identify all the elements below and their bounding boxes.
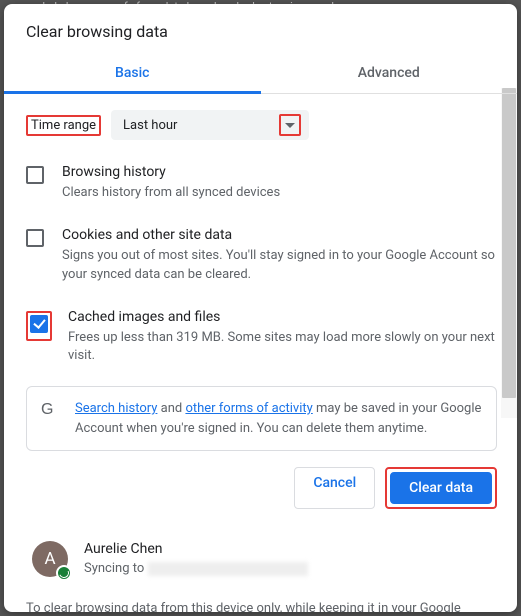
- activity-info-box: G Search history and other forms of acti…: [26, 386, 497, 451]
- checkbox-browsing-history[interactable]: [26, 166, 44, 184]
- sign-out-note: To clear browsing data from this device …: [4, 595, 517, 612]
- time-range-select[interactable]: Last hour: [111, 110, 309, 140]
- account-row: A Aurelie Chen Syncing to: [4, 527, 517, 595]
- cancel-button[interactable]: Cancel: [294, 467, 375, 509]
- option-title: Cookies and other site data: [62, 227, 497, 243]
- active-tab-indicator: [4, 91, 261, 94]
- clear-data-button[interactable]: Clear data: [390, 472, 492, 504]
- scrollbar-track[interactable]: [501, 88, 517, 418]
- redacted-email: [148, 562, 308, 576]
- dialog-title: Clear browsing data: [4, 4, 517, 55]
- option-description: Clears history from all synced devices: [62, 184, 497, 203]
- option-title: Browsing history: [62, 164, 497, 180]
- avatar: A: [32, 541, 70, 579]
- account-name: Aurelie Chen: [84, 541, 308, 557]
- tab-bar: Basic Advanced: [4, 55, 517, 94]
- google-logo-icon: G: [41, 399, 61, 438]
- option-description: Frees up less than 319 MB. Some sites ma…: [68, 329, 497, 367]
- chevron-down-icon[interactable]: [279, 114, 301, 136]
- time-range-row: Time range Last hour: [26, 104, 497, 154]
- option-cookies: Cookies and other site data Signs you ou…: [26, 217, 497, 299]
- option-title: Cached images and files: [68, 309, 497, 325]
- clear-browsing-data-dialog: Clear browsing data Basic Advanced Time …: [4, 4, 517, 612]
- checkbox-cache[interactable]: [30, 315, 48, 333]
- activity-info-text: Search history and other forms of activi…: [75, 399, 482, 438]
- dialog-footer: Cancel Clear data: [4, 451, 517, 527]
- other-activity-link[interactable]: other forms of activity: [185, 401, 312, 416]
- time-range-value: Last hour: [123, 118, 177, 133]
- time-range-label: Time range: [26, 115, 101, 136]
- option-cache: Cached images and files Frees up less th…: [26, 299, 497, 381]
- scrollbar-thumb[interactable]: [502, 88, 516, 398]
- option-description: Signs you out of most sites. You'll stay…: [62, 247, 497, 285]
- tab-advanced[interactable]: Advanced: [261, 55, 518, 93]
- checkbox-cookies[interactable]: [26, 229, 44, 247]
- option-browsing-history: Browsing history Clears history from all…: [26, 154, 497, 217]
- account-sync-status: Syncing to: [84, 561, 308, 576]
- search-history-link[interactable]: Search history: [75, 401, 157, 416]
- sync-icon: [56, 565, 72, 581]
- tab-basic[interactable]: Basic: [4, 55, 261, 93]
